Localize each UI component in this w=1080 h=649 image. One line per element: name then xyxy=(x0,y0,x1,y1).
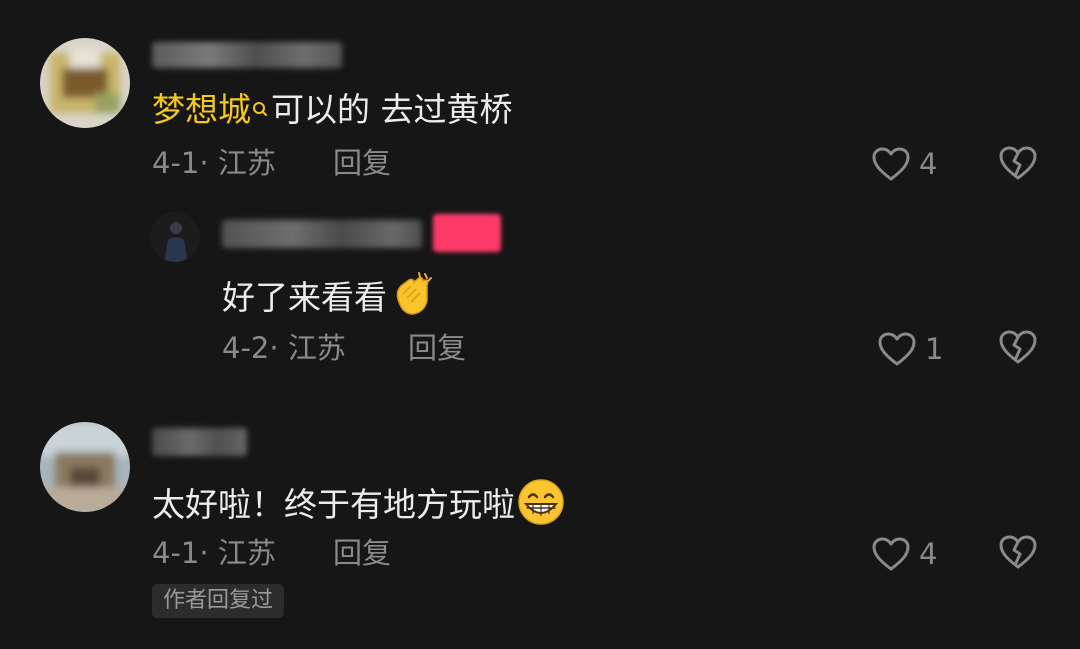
author-replied-badge: 作者回复过 xyxy=(152,584,285,618)
mention-link[interactable]: 梦想城 xyxy=(152,90,251,129)
broken-heart-icon xyxy=(999,330,1037,364)
reply-location: 江苏 xyxy=(287,331,346,365)
dislike-button[interactable] xyxy=(998,533,1038,573)
grinning-face-emoji xyxy=(517,478,565,535)
reply-meta: 4-2· 江苏 xyxy=(222,331,346,365)
avatar-image xyxy=(40,38,130,128)
avatar[interactable] xyxy=(40,38,130,128)
like-button[interactable]: 4 xyxy=(871,144,937,184)
reply-date: 4-2 xyxy=(222,331,270,365)
like-button[interactable]: 4 xyxy=(871,534,937,574)
like-count: 1 xyxy=(925,332,944,366)
heart-icon xyxy=(872,537,910,571)
comment-meta: 4-1· 江苏 xyxy=(152,536,276,570)
comment-date: 4-1 xyxy=(152,536,200,570)
like-count: 4 xyxy=(919,147,938,181)
comment-location: 江苏 xyxy=(217,146,276,180)
like-button[interactable]: 1 xyxy=(877,329,943,369)
reply-button[interactable]: 回复 xyxy=(408,330,466,366)
comment-date: 4-1 xyxy=(152,146,200,180)
dislike-button[interactable] xyxy=(998,328,1038,368)
username-blurred[interactable] xyxy=(222,220,422,248)
avatar[interactable] xyxy=(150,212,200,262)
comment-meta: 4-1· 江苏 xyxy=(152,146,276,180)
reply-button[interactable]: 回复 xyxy=(333,535,391,571)
like-count: 4 xyxy=(919,537,938,571)
heart-icon xyxy=(872,147,910,181)
comment-text: 太好啦！终于有地方玩啦 xyxy=(152,478,565,535)
comment-location: 江苏 xyxy=(217,536,276,570)
author-tag-blurred xyxy=(433,214,501,252)
broken-heart-icon xyxy=(999,535,1037,569)
avatar[interactable] xyxy=(40,422,130,512)
dislike-button[interactable] xyxy=(998,144,1038,184)
clapping-hands-emoji xyxy=(389,272,435,327)
avatar-image xyxy=(40,422,130,512)
heart-icon xyxy=(878,332,916,366)
broken-heart-icon xyxy=(999,146,1037,180)
comment-text: 梦想城 可以的 去过黄桥 xyxy=(152,90,513,130)
search-icon[interactable] xyxy=(251,90,271,130)
username-blurred[interactable] xyxy=(152,42,342,68)
avatar-image xyxy=(150,212,200,262)
reply-text: 好了来看看 xyxy=(222,272,435,327)
reply-button[interactable]: 回复 xyxy=(333,145,391,181)
username-blurred[interactable] xyxy=(152,428,247,456)
